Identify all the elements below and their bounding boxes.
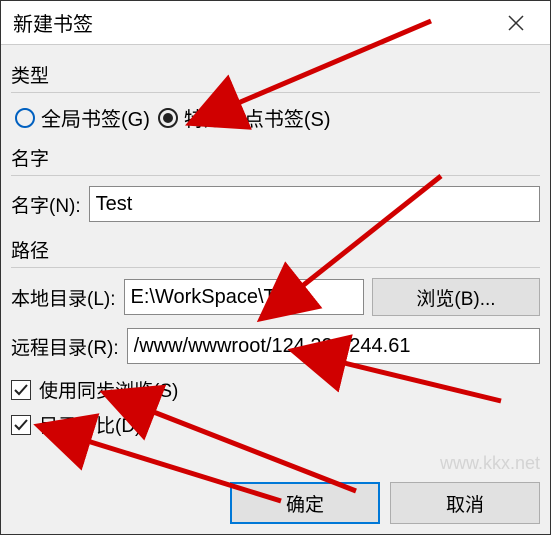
close-button[interactable] <box>494 1 538 45</box>
type-radio-group: 全局书签(G) 特定站点书签(S) <box>11 103 540 132</box>
name-input[interactable] <box>89 186 540 222</box>
close-icon <box>507 14 525 32</box>
remote-path-row: 远程目录(R): <box>11 328 540 364</box>
checkbox-icon <box>11 380 31 400</box>
dir-compare-checkbox[interactable]: 目录对比(D) <box>11 411 540 438</box>
browse-button[interactable]: 浏览(B)... <box>372 278 540 316</box>
radio-site-bookmark[interactable]: 特定站点书签(S) <box>158 103 331 132</box>
watermark: www.kkx.net <box>440 453 540 474</box>
new-bookmark-dialog: 新建书签 类型 全局书签(G) 特定站点书签(S) 名字 <box>0 0 551 535</box>
checkbox-icon <box>11 415 31 435</box>
checkbox-label: 目录对比(D) <box>39 411 141 438</box>
radio-label: 特定站点书签(S) <box>184 103 331 132</box>
type-group-label: 类型 <box>11 61 540 88</box>
name-row: 名字(N): <box>11 186 540 222</box>
local-path-row: 本地目录(L): 浏览(B)... <box>11 278 540 316</box>
local-path-input[interactable] <box>124 279 364 315</box>
radio-label: 全局书签(G) <box>41 103 150 132</box>
separator <box>11 92 540 93</box>
name-group-label: 名字 <box>11 144 540 171</box>
dialog-title: 新建书签 <box>13 8 93 37</box>
ok-button[interactable]: 确定 <box>230 482 380 524</box>
local-path-label: 本地目录(L): <box>11 284 116 311</box>
radio-global-bookmark[interactable]: 全局书签(G) <box>15 103 150 132</box>
remote-path-input[interactable] <box>127 328 540 364</box>
separator <box>11 175 540 176</box>
separator <box>11 267 540 268</box>
cancel-button[interactable]: 取消 <box>390 482 540 524</box>
sync-browse-checkbox[interactable]: 使用同步浏览(S) <box>11 376 540 403</box>
checkbox-label: 使用同步浏览(S) <box>39 376 178 403</box>
name-field-label: 名字(N): <box>11 191 81 218</box>
dialog-body: 类型 全局书签(G) 特定站点书签(S) 名字 名字(N): 路径 本地目录(L… <box>1 45 550 438</box>
path-group-label: 路径 <box>11 236 540 263</box>
remote-path-label: 远程目录(R): <box>11 333 119 360</box>
button-row: 确定 取消 <box>230 482 540 524</box>
titlebar: 新建书签 <box>1 1 550 45</box>
radio-icon <box>158 108 178 128</box>
radio-icon <box>15 108 35 128</box>
